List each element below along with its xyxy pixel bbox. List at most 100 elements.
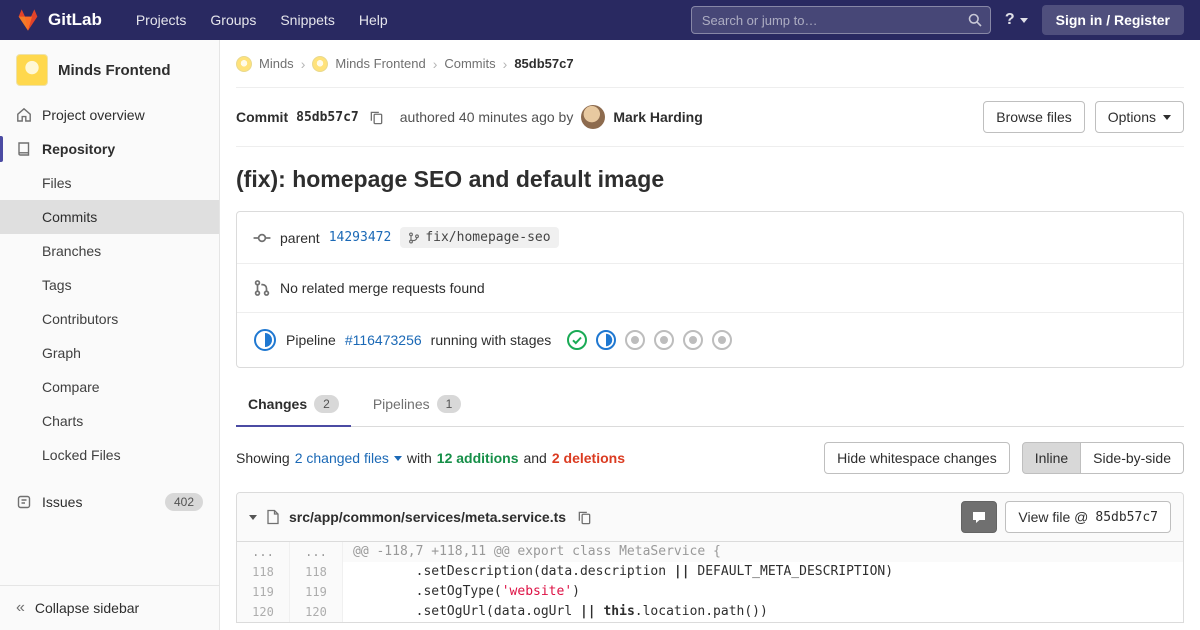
nav-projects[interactable]: Projects xyxy=(126,6,197,34)
branch-icon xyxy=(408,231,420,244)
new-line-number[interactable]: 119 xyxy=(290,582,343,602)
new-line-number[interactable]: ... xyxy=(290,542,343,562)
logo-text: GitLab xyxy=(48,10,102,29)
author-name-link[interactable]: Mark Harding xyxy=(613,109,702,125)
sidebar-item-project-overview[interactable]: Project overview xyxy=(0,98,219,132)
commit-icon xyxy=(253,229,271,247)
subnav-locked-files[interactable]: Locked Files xyxy=(0,438,219,472)
subnav-commits[interactable]: Commits xyxy=(0,200,219,234)
view-file-sha: 85db57c7 xyxy=(1095,509,1158,525)
collapse-sidebar-button[interactable]: « Collapse sidebar xyxy=(0,585,219,630)
new-line-number[interactable]: 118 xyxy=(290,562,343,582)
file-icon xyxy=(266,509,280,525)
subnav-graph[interactable]: Graph xyxy=(0,336,219,370)
pipeline-id-link[interactable]: #116473256 xyxy=(345,332,422,348)
old-line-number[interactable]: 118 xyxy=(237,562,290,582)
old-line-number[interactable]: 120 xyxy=(237,602,290,622)
sidebar-item-issues[interactable]: Issues 402 xyxy=(0,484,219,520)
parent-label: parent xyxy=(280,229,320,246)
showing-label: Showing xyxy=(236,450,290,466)
signin-button[interactable]: Sign in / Register xyxy=(1041,5,1184,35)
branch-ref[interactable]: fix/homepage-seo xyxy=(400,227,559,248)
subnav-compare[interactable]: Compare xyxy=(0,370,219,404)
gitlab-logo[interactable]: GitLab xyxy=(16,8,102,32)
old-line-number[interactable]: 119 xyxy=(237,582,290,602)
commit-sha: 85db57c7 xyxy=(296,109,359,125)
issues-count-badge: 402 xyxy=(164,493,203,511)
copy-file-path-button[interactable] xyxy=(575,510,594,525)
branch-name: fix/homepage-seo xyxy=(425,230,551,245)
stage-success-icon[interactable] xyxy=(566,329,588,351)
issues-icon xyxy=(16,494,32,510)
stage-created-icon[interactable] xyxy=(624,329,646,351)
subnav-files[interactable]: Files xyxy=(0,166,219,200)
pipeline-label: Pipeline xyxy=(286,332,336,348)
additions-count: 12 additions xyxy=(436,450,519,466)
collapse-diff-icon[interactable] xyxy=(249,514,257,520)
diff-view-toggle: Inline Side-by-side xyxy=(1021,442,1184,474)
breadcrumb-separator: › xyxy=(300,55,306,72)
tab-changes[interactable]: Changes 2 xyxy=(236,384,351,427)
diff-file-header: src/app/common/services/meta.service.ts … xyxy=(237,493,1183,542)
group-avatar xyxy=(236,55,252,72)
pipeline-running-icon xyxy=(253,328,277,352)
sidebar-item-repository[interactable]: Repository xyxy=(0,132,219,166)
new-line-number[interactable]: 120 xyxy=(290,602,343,622)
collapse-label: Collapse sidebar xyxy=(34,600,140,616)
diff-line-code: .setOgType('website') xyxy=(353,584,580,599)
nav-help[interactable]: Help xyxy=(349,6,398,34)
gitlab-fox-icon xyxy=(16,8,40,32)
subnav-tags[interactable]: Tags xyxy=(0,268,219,302)
commit-tabs: Changes 2 Pipelines 1 xyxy=(236,384,1184,427)
old-line-number[interactable]: ... xyxy=(237,542,290,562)
nav-snippets[interactable]: Snippets xyxy=(270,6,344,34)
chevron-down-icon xyxy=(1019,17,1028,23)
hide-whitespace-button[interactable]: Hide whitespace changes xyxy=(824,442,1010,474)
diff-summary-row: Showing 2 changed files with 12 addition… xyxy=(236,442,1184,474)
project-avatar xyxy=(16,54,48,86)
changed-files-dropdown[interactable]: 2 changed files xyxy=(295,450,402,466)
project-home-link[interactable]: Minds Frontend xyxy=(0,40,219,98)
commit-meta-row: Commit 85db57c7 authored 40 minutes ago … xyxy=(236,88,1184,147)
merge-request-row: No related merge requests found xyxy=(237,264,1183,313)
tab-pipelines[interactable]: Pipelines 1 xyxy=(361,384,474,426)
chevron-down-icon xyxy=(1163,114,1171,120)
subnav-charts[interactable]: Charts xyxy=(0,404,219,438)
breadcrumb-project[interactable]: Minds Frontend xyxy=(335,56,425,71)
and-label: and xyxy=(523,450,547,466)
options-dropdown-button[interactable]: Options xyxy=(1094,101,1184,133)
inline-view-button[interactable]: Inline xyxy=(1021,442,1082,474)
commit-info-box: parent 14293472 fix/homepage-seo No rela… xyxy=(236,211,1184,368)
search-box xyxy=(690,6,991,34)
diff-line: 118 118 .setDescription(data.description … xyxy=(237,562,1183,582)
subnav-contributors[interactable]: Contributors xyxy=(0,302,219,336)
stage-created-icon[interactable] xyxy=(653,329,675,351)
breadcrumb: Minds › Minds Frontend › Commits › 85db5… xyxy=(236,40,1184,88)
stage-running-icon[interactable] xyxy=(595,329,617,351)
subnav-branches[interactable]: Branches xyxy=(0,234,219,268)
diff-file-box: src/app/common/services/meta.service.ts … xyxy=(236,492,1184,623)
project-sidebar: Minds Frontend Project overview Reposito… xyxy=(0,40,220,630)
help-dropdown[interactable]: ? xyxy=(1005,11,1028,29)
nav-groups[interactable]: Groups xyxy=(200,6,266,34)
copy-sha-button[interactable] xyxy=(367,110,386,125)
stage-created-icon[interactable] xyxy=(711,329,733,351)
pipeline-status-text: running with stages xyxy=(430,332,552,348)
view-file-button[interactable]: View file @ 85db57c7 xyxy=(1005,501,1171,533)
toggle-comments-button[interactable] xyxy=(961,501,998,533)
search-input[interactable] xyxy=(690,6,991,34)
breadcrumb-separator: › xyxy=(432,55,438,72)
help-icon: ? xyxy=(1004,11,1015,28)
sidebar-item-label: Repository xyxy=(42,141,116,157)
sidebar-item-label: Issues xyxy=(42,494,83,510)
parent-sha-link[interactable]: 14293472 xyxy=(329,230,392,245)
with-label: with xyxy=(406,450,432,466)
diff-line: 120 120 .setOgUrl(data.ogUrl || this.loca… xyxy=(237,602,1183,622)
chevron-down-icon xyxy=(393,455,402,461)
comment-bubble-icon xyxy=(971,509,987,525)
stage-created-icon[interactable] xyxy=(682,329,704,351)
breadcrumb-commits[interactable]: Commits xyxy=(444,56,495,71)
breadcrumb-group[interactable]: Minds xyxy=(259,56,294,71)
browse-files-button[interactable]: Browse files xyxy=(983,101,1085,133)
side-by-side-view-button[interactable]: Side-by-side xyxy=(1080,442,1184,474)
